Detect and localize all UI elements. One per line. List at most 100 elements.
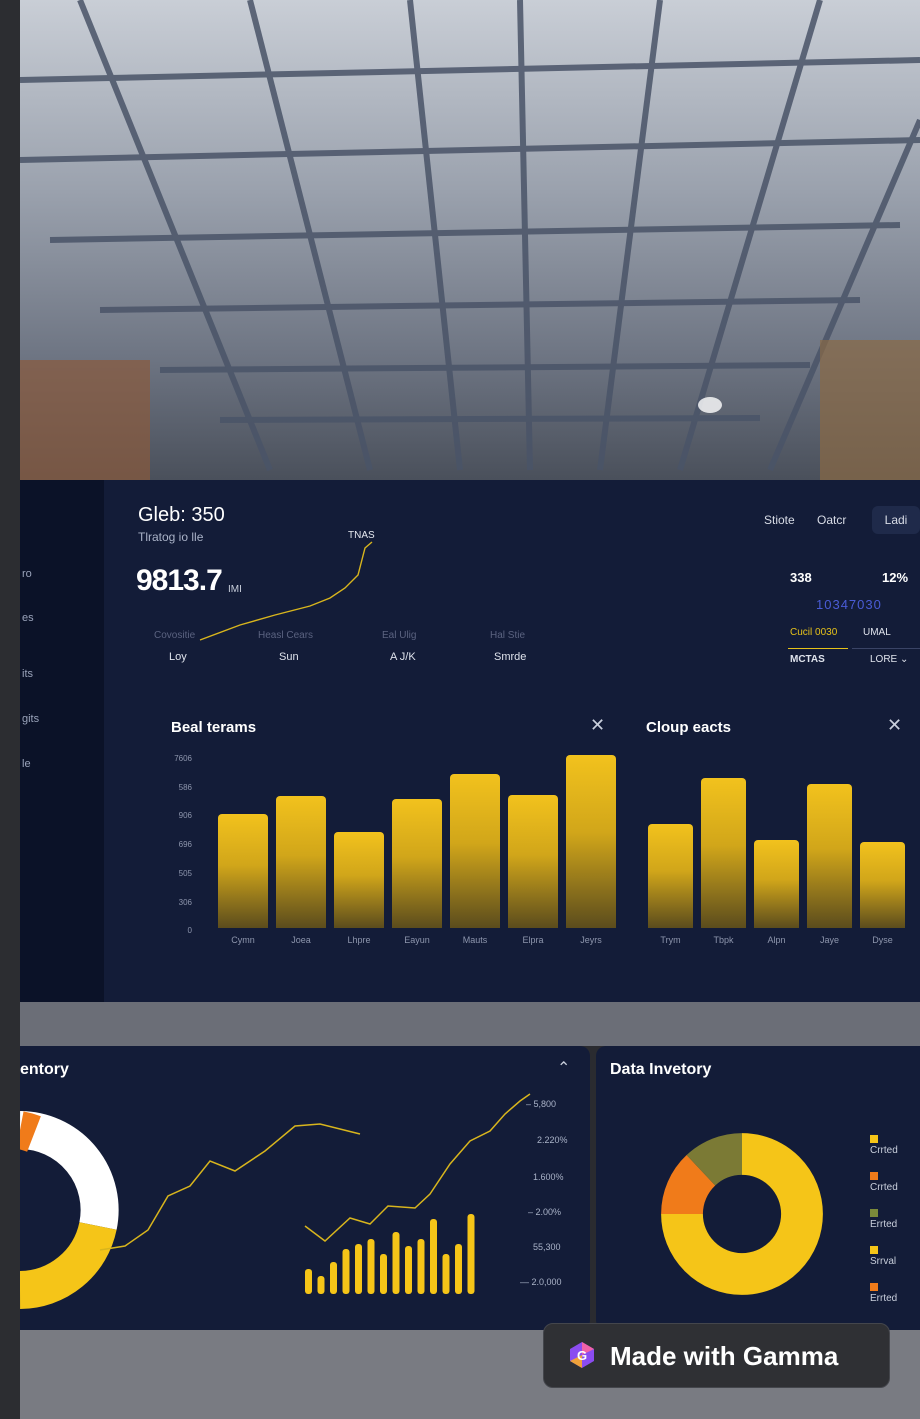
axis-tick: 1.600% [533, 1172, 564, 1182]
mini-bar [317, 1276, 325, 1294]
x-tick: Tbpk [713, 935, 734, 945]
axis-tick: – 2.00% [528, 1207, 562, 1217]
sidebar-item[interactable]: le [22, 758, 31, 770]
close-icon[interactable]: ✕ [590, 715, 605, 736]
close-icon[interactable]: ✕ [887, 715, 902, 736]
legend-label: Crrted [870, 1145, 898, 1156]
legend-label: Srrval [870, 1256, 897, 1267]
mini-bar [455, 1244, 462, 1294]
nav-link[interactable]: Oatcr [817, 513, 846, 527]
y-tick: 906 [178, 811, 192, 820]
kpi-dropdown[interactable]: LORE ⌄ [870, 654, 908, 665]
legend-label: Errted [870, 1219, 898, 1230]
mini-bar [467, 1214, 475, 1294]
x-tick: Jeyrs [580, 935, 602, 945]
chart-bar [218, 813, 268, 928]
mini-bar [430, 1219, 437, 1294]
nav-link[interactable]: Stiote [764, 513, 795, 527]
x-tick: Lhpre [347, 935, 371, 945]
chart-bar [276, 796, 326, 928]
legend-label: Crrted [870, 1182, 898, 1193]
stat-label: Heasl Cears [258, 630, 314, 641]
y-tick: 7606 [174, 754, 192, 763]
chart-bar [807, 783, 852, 928]
mini-bar [330, 1262, 337, 1294]
chart-bar [566, 755, 616, 928]
legend-label: Errted [870, 1293, 898, 1304]
data-inventory-panel: Data Invetory Crrted Crrted Errted Srrval Er… [596, 1046, 920, 1330]
y-tick: 505 [178, 869, 192, 878]
floor-strip [20, 1002, 920, 1046]
x-tick: Eayun [404, 935, 430, 945]
x-tick: Alpn [767, 935, 786, 945]
svg-text:G: G [577, 1348, 587, 1363]
x-tick: Joea [291, 935, 311, 945]
mini-bar [355, 1244, 362, 1294]
inventory-panel: entory ⌃ – 5,800 2.220% 1.600% – 2.00% 5… [20, 1046, 590, 1330]
made-with-gamma-badge[interactable]: G Made with Gamma [543, 1323, 890, 1388]
donut-slice [686, 1133, 743, 1187]
badge-label: Made with Gamma [610, 1341, 839, 1371]
warehouse-background-image [20, 0, 920, 480]
stat-label: Hal Stie [490, 630, 526, 641]
x-tick: Mauts [462, 935, 488, 945]
stat-value: Smrde [494, 651, 527, 663]
axis-tick: 55,300 [533, 1242, 561, 1252]
chart-bar [334, 832, 384, 928]
axis-tick: 2.220% [537, 1135, 568, 1145]
mini-bar [442, 1254, 450, 1294]
kpi-dropdown-label: LORE [870, 654, 898, 665]
dashboard-panel: ro es its gits le Gleb: 350 Tlratog io l… [20, 480, 920, 1002]
stat-value: A J/K [390, 651, 416, 663]
x-tick: Elpra [522, 935, 544, 945]
legend-swatch [870, 1283, 878, 1292]
left-edge-bar [0, 0, 20, 1419]
tab-underline [788, 648, 848, 649]
mini-bar [367, 1239, 375, 1294]
gamma-logo-icon: G [570, 1342, 594, 1368]
stat-value: Sun [279, 651, 299, 663]
donut-slice [661, 1155, 716, 1216]
legend-item: Crrted [870, 1171, 898, 1193]
tab-other[interactable]: UMAL [863, 627, 891, 638]
card-title: Cloup eacts [646, 719, 732, 736]
kpi-blue-value: 10347030 [816, 597, 882, 612]
chevron-down-icon: ⌄ [900, 654, 909, 665]
top-action-button[interactable]: Ladi [872, 506, 920, 534]
chart-bar [648, 824, 693, 928]
legend-item: Srrval [870, 1245, 896, 1267]
mini-bar [380, 1254, 387, 1294]
x-tick: Dyse [872, 935, 893, 945]
stat-label: Eal Ulig [382, 630, 417, 641]
legend-swatch [870, 1172, 878, 1181]
legend-item: Errted [870, 1282, 897, 1304]
chart-bar [450, 773, 500, 928]
kpi-percent: 12% [882, 570, 909, 585]
mini-bar [405, 1246, 412, 1294]
legend-swatch [870, 1246, 878, 1255]
legend-swatch [870, 1209, 878, 1218]
inventory-chart [20, 1093, 531, 1309]
stat-label: Covositie [154, 630, 196, 641]
divider [852, 648, 920, 649]
mini-bar [305, 1269, 312, 1294]
mini-bar [417, 1239, 425, 1294]
chart-bar [508, 795, 558, 928]
chart-bar [392, 799, 442, 928]
legend-item: Errted [870, 1208, 897, 1230]
card-title: Beal terams [171, 719, 257, 736]
y-tick: 586 [178, 783, 192, 792]
stat-value: Loy [169, 651, 187, 663]
chart-bar [860, 842, 905, 928]
kpi-value: 338 [790, 570, 812, 585]
mini-bar [392, 1232, 400, 1294]
sidebar-item[interactable]: gits [22, 713, 39, 725]
tab-active[interactable]: Cucil 0030 [790, 627, 837, 638]
y-tick: 696 [178, 840, 192, 849]
x-tick: Trym [660, 935, 681, 945]
chart-bar [701, 778, 746, 928]
y-tick: 306 [178, 898, 192, 907]
y-tick: 0 [187, 926, 192, 935]
legend-item: Crrted [870, 1134, 898, 1156]
axis-tick: — 2.0,000 [520, 1277, 562, 1287]
